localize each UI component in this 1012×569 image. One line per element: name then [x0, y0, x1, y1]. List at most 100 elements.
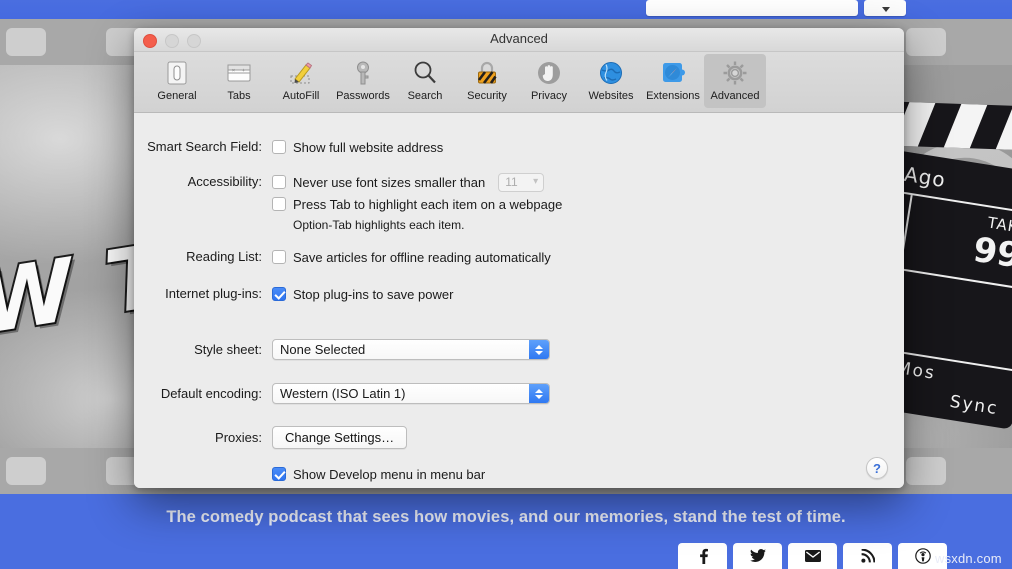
svg-text:×: ×: [232, 68, 235, 74]
help-button[interactable]: ?: [866, 457, 888, 479]
email-link[interactable]: [788, 543, 837, 569]
row-style-sheet: Style sheet: None Selected: [134, 339, 894, 360]
privacy-icon: [533, 57, 565, 89]
toolbar-label: Security: [467, 90, 507, 102]
tab-highlight-label: Press Tab to highlight each item on a we…: [293, 196, 563, 212]
stop-plugins-row[interactable]: Stop plug-ins to save power: [272, 286, 453, 302]
toolbar-label: Advanced: [710, 90, 760, 102]
develop-menu-row[interactable]: Show Develop menu in menu bar: [272, 466, 485, 482]
toolbar-item-passwords[interactable]: Passwords: [332, 54, 394, 108]
preferences-content: Smart Search Field: Show full website ad…: [134, 113, 904, 488]
toolbar-label: Passwords: [336, 90, 390, 102]
style-sheet-value: None Selected: [280, 342, 366, 357]
toolbar-label: Tabs: [227, 90, 251, 102]
search-icon: [409, 57, 441, 89]
row-develop-menu: Show Develop menu in menu bar: [134, 466, 894, 482]
save-articles-row[interactable]: Save articles for offline reading automa…: [272, 249, 551, 265]
min-font-size-checkbox[interactable]: [272, 175, 286, 189]
smart-search-label: Smart Search Field:: [147, 139, 262, 154]
social-links: [678, 543, 947, 569]
develop-menu-checkbox[interactable]: [272, 467, 286, 481]
row-reading-list: Reading List: Save articles for offline …: [134, 249, 894, 265]
min-font-size-value: 11: [505, 175, 518, 189]
toolbar-label: Extensions: [646, 90, 700, 102]
save-articles-checkbox[interactable]: [272, 250, 286, 264]
chevron-updown-icon: [529, 384, 549, 403]
rss-icon: [860, 549, 875, 563]
site-search-input[interactable]: [646, 0, 858, 16]
clapper-footer-line2: Sync: [948, 391, 1000, 420]
toolbar-item-websites[interactable]: Websites: [580, 54, 642, 108]
toolbar-item-advanced[interactable]: Advanced: [704, 54, 766, 108]
save-articles-label: Save articles for offline reading automa…: [293, 249, 551, 265]
site-tagline: The comedy podcast that sees how movies,…: [166, 508, 846, 526]
internet-plugins-label: Internet plug-ins:: [165, 286, 262, 301]
stop-plugins-label: Stop plug-ins to save power: [293, 286, 454, 302]
row-internet-plugins: Internet plug-ins: Stop plug-ins to save…: [134, 286, 894, 302]
row-accessibility: Accessibility: Never use font sizes smal…: [134, 172, 894, 232]
twitter-link[interactable]: [733, 543, 782, 569]
preferences-window: Advanced General × + Tabs AutoFill Passw…: [134, 28, 904, 488]
row-proxies: Proxies: Change Settings…: [134, 426, 894, 449]
chevron-updown-icon: [529, 340, 549, 359]
caret-down-icon: [882, 7, 890, 12]
default-encoding-label: Default encoding:: [160, 385, 262, 401]
reading-list-label: Reading List:: [186, 249, 262, 264]
window-titlebar: Advanced: [134, 28, 904, 52]
min-font-size-dropdown[interactable]: 11 ▾: [498, 172, 545, 192]
toolbar-label: AutoFill: [282, 90, 320, 102]
facebook-icon: [699, 548, 708, 564]
show-full-address-checkbox[interactable]: [272, 140, 286, 154]
toolbar-label: Privacy: [530, 90, 568, 102]
develop-menu-label: Show Develop menu in menu bar: [293, 466, 486, 482]
toolbar-item-extensions[interactable]: Extensions: [642, 54, 704, 108]
toolbar-item-autofill[interactable]: AutoFill: [270, 54, 332, 108]
row-default-encoding: Default encoding: Western (ISO Latin 1): [134, 383, 894, 404]
default-encoding-dropdown[interactable]: Western (ISO Latin 1): [272, 383, 550, 404]
tab-highlight-row[interactable]: Press Tab to highlight each item on a we…: [272, 196, 562, 212]
show-full-address-checkbox-row[interactable]: Show full website address: [272, 139, 443, 155]
tab-highlight-checkbox[interactable]: [272, 197, 286, 211]
style-sheet-label: Style sheet:: [194, 341, 262, 357]
autofill-icon: [285, 57, 317, 89]
window-title: Advanced: [490, 31, 548, 46]
watermark: wsxdn.com: [935, 551, 1002, 566]
proxies-label: Proxies:: [215, 429, 262, 445]
toolbar-item-privacy[interactable]: Privacy: [518, 54, 580, 108]
twitter-icon: [749, 549, 766, 562]
email-icon: [804, 550, 821, 562]
min-font-size-row[interactable]: Never use font sizes smaller than 11 ▾: [272, 172, 562, 192]
chevron-down-icon: ▾: [533, 176, 539, 187]
style-sheet-dropdown[interactable]: None Selected: [272, 339, 550, 360]
toolbar-label: Search: [407, 90, 443, 102]
svg-text:+: +: [242, 68, 245, 74]
security-icon: [471, 57, 503, 89]
preferences-toolbar: General × + Tabs AutoFill Passwords Sear…: [134, 52, 904, 113]
rss-link[interactable]: [843, 543, 892, 569]
tabs-icon: × +: [223, 57, 255, 89]
accessibility-hint: Option-Tab highlights each item.: [293, 218, 465, 232]
min-font-size-label: Never use font sizes smaller than: [293, 174, 486, 190]
clapper-take-number: 99: [970, 229, 1012, 277]
toolbar-item-search[interactable]: Search: [394, 54, 456, 108]
change-settings-button[interactable]: Change Settings…: [272, 426, 408, 449]
toolbar-label: Websites: [588, 90, 634, 102]
screen: W TH ears Ago TAKE 99 RKLY JOE Int Ext M…: [0, 0, 1012, 569]
passwords-icon: [347, 57, 379, 89]
site-search-button[interactable]: [864, 0, 906, 16]
toolbar-item-general[interactable]: General: [146, 54, 208, 108]
row-smart-search-field: Smart Search Field: Show full website ad…: [134, 139, 894, 155]
toolbar-item-security[interactable]: Security: [456, 54, 518, 108]
site-top-bar: [0, 0, 1012, 19]
accessibility-label: Accessibility:: [187, 174, 262, 189]
podcast-icon: [914, 548, 931, 564]
advanced-icon: [719, 57, 751, 89]
stop-plugins-checkbox[interactable]: [272, 287, 286, 301]
toolbar-label: General: [157, 90, 197, 102]
facebook-link[interactable]: [678, 543, 727, 569]
show-full-address-label: Show full website address: [293, 139, 444, 155]
websites-icon: [595, 57, 627, 89]
default-encoding-value: Western (ISO Latin 1): [280, 386, 406, 401]
toolbar-item-tabs[interactable]: × + Tabs: [208, 54, 270, 108]
extensions-icon: [657, 57, 689, 89]
